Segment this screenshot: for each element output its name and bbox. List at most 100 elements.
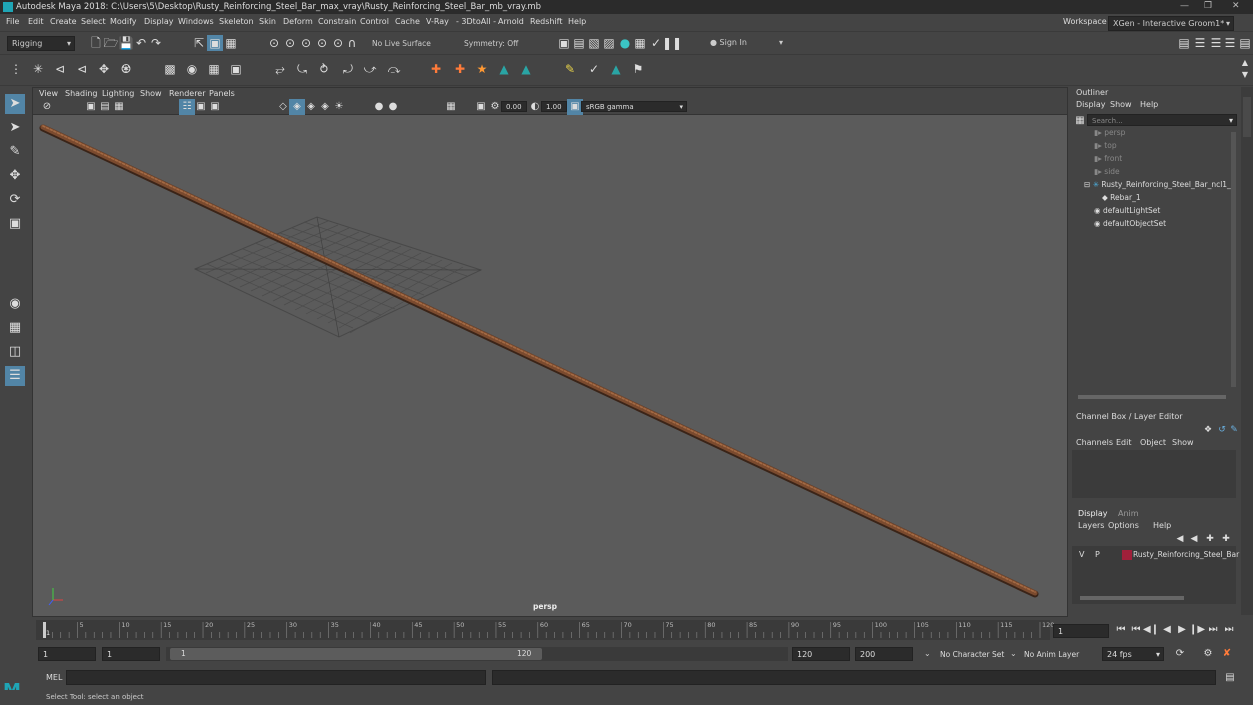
tab-anim[interactable]: Anim <box>1118 509 1139 518</box>
live-surface-field[interactable]: No Live Surface <box>372 39 431 48</box>
range-slider[interactable]: 1 120 <box>166 647 788 661</box>
play-backwards-icon[interactable]: ◀ <box>1159 622 1175 638</box>
move-layer-down-icon[interactable]: ◀ <box>1186 531 1202 547</box>
ambient-occlusion-icon[interactable]: ● <box>385 99 401 115</box>
preferences-icon[interactable]: ✘ <box>1219 646 1235 662</box>
channel-menu-edit[interactable]: Edit <box>1116 438 1132 447</box>
viewport-menu-shading[interactable]: Shading <box>65 89 98 98</box>
viewport-menu-panels[interactable]: Panels <box>209 89 235 98</box>
menu-skin[interactable]: Skin <box>259 17 276 26</box>
fps-dropdown[interactable]: 24 fps ▾ <box>1102 647 1164 661</box>
attribute-editor-icon[interactable]: ☰ <box>1192 35 1208 51</box>
channel-box-edit-icon[interactable]: ✎ <box>1226 422 1242 438</box>
lights-icon[interactable]: ☀ <box>331 99 347 115</box>
rotate-tool-icon[interactable]: ⟳ <box>5 190 25 210</box>
render-settings-icon[interactable]: ▨ <box>601 35 617 51</box>
tab-display[interactable]: Display <box>1078 509 1108 518</box>
joint-tool-icon[interactable]: ✳ <box>30 61 46 77</box>
outliner-menu-display[interactable]: Display <box>1076 100 1106 109</box>
isolate-select-icon[interactable]: ▦ <box>443 99 459 115</box>
layer-name[interactable]: Rusty_Reinforcing_Steel_Bar <box>1133 550 1239 559</box>
menu-3dtoall[interactable]: - 3DtoAll - <box>456 17 496 26</box>
point-constraint-icon[interactable]: ⤿ <box>294 61 310 77</box>
modeling-toolkit-icon[interactable]: ▤ <box>1176 35 1192 51</box>
viewport-menu-view[interactable]: View <box>39 89 58 98</box>
snap-point-icon[interactable]: ⊙ <box>298 35 314 51</box>
menu-display[interactable]: Display <box>144 17 174 26</box>
humanik-icon[interactable]: ★ <box>474 61 490 77</box>
outliner-search-input[interactable]: Search... ▾ <box>1087 114 1237 126</box>
animation-start-field[interactable]: 1 <box>38 647 96 661</box>
menu-windows[interactable]: Windows <box>178 17 214 26</box>
script-editor-icon[interactable]: ▤ <box>1222 670 1238 686</box>
orient-constraint-icon[interactable]: ⥁ <box>316 61 332 77</box>
gamma-field[interactable]: 1.00 <box>541 101 567 112</box>
blend-shape-icon[interactable]: ▲ <box>518 61 534 77</box>
menu-select[interactable]: Select <box>81 17 106 26</box>
paint-select-icon[interactable]: ✎ <box>5 142 25 162</box>
workspace-dropdown[interactable]: XGen - Interactive Groom1* ▾ <box>1108 16 1234 31</box>
new-scene-icon[interactable]: 🗋 <box>88 35 104 51</box>
menu-file[interactable]: File <box>6 17 19 26</box>
menu-constrain[interactable]: Constrain <box>318 17 356 26</box>
scale-tool-icon[interactable]: ▣ <box>5 214 25 234</box>
menu-deform[interactable]: Deform <box>283 17 313 26</box>
step-back-frame-icon[interactable]: ◀❙ <box>1143 622 1159 638</box>
locator-icon[interactable]: ✚ <box>428 61 444 77</box>
move-tool-icon[interactable]: ✥ <box>5 166 25 186</box>
layer-menu-options[interactable]: Options <box>1108 521 1139 530</box>
anim-layer-dropdown[interactable]: ⌄ No Anim Layer <box>1006 647 1094 661</box>
menu-create[interactable]: Create <box>50 17 77 26</box>
quick-rig-icon[interactable]: ▲ <box>496 61 512 77</box>
animation-end-field[interactable]: 200 <box>855 647 913 661</box>
outliner-layout-icon[interactable]: ☰ <box>5 366 25 386</box>
select-hierarchy-icon[interactable]: ⇱ <box>191 35 207 51</box>
rebar-object[interactable] <box>39 124 1039 598</box>
outliner-vertical-scrollbar[interactable] <box>1231 132 1236 387</box>
menu-edit[interactable]: Edit <box>28 17 44 26</box>
hypershade-icon[interactable]: ● <box>617 35 633 51</box>
layer-menu-layers[interactable]: Layers <box>1078 521 1104 530</box>
script-language-label[interactable]: MEL <box>46 673 62 682</box>
layer-row[interactable]: V P Rusty_Reinforcing_Steel_Bar <box>1072 548 1239 562</box>
save-scene-icon[interactable]: 💾 <box>118 35 134 51</box>
lattice-icon[interactable]: ▦ <box>206 61 222 77</box>
symmetry-field[interactable]: Symmetry: Off <box>464 39 518 48</box>
menu-control[interactable]: Control <box>360 17 389 26</box>
channel-menu-channels[interactable]: Channels <box>1076 438 1113 447</box>
mode-dropdown[interactable]: Rigging ▾ <box>7 36 75 51</box>
set-key-icon[interactable]: ⚑ <box>630 61 646 77</box>
color-space-dropdown[interactable]: sRGB gamma ▾ <box>581 101 687 112</box>
locator-alt-icon[interactable]: ✚ <box>452 61 468 77</box>
playback-start-field[interactable]: 1 <box>102 647 160 661</box>
bind-skin-icon[interactable]: ▩ <box>162 61 178 77</box>
play-forwards-icon[interactable]: ▶ <box>1174 622 1190 638</box>
outliner-item-front[interactable]: ▮▸ front <box>1094 154 1122 167</box>
close-button[interactable]: ✕ <box>1232 1 1240 11</box>
snap-grid-icon[interactable]: ⊙ <box>266 35 282 51</box>
outliner-toggle-icon[interactable]: ▤ <box>1237 35 1253 51</box>
insert-joint-icon[interactable]: ✥ <box>96 61 112 77</box>
outliner-menu-help[interactable]: Help <box>1140 100 1158 109</box>
viewport-menu-show[interactable]: Show <box>140 89 162 98</box>
render-icon[interactable]: ▣ <box>556 35 572 51</box>
camera-select-icon[interactable]: ⊘ <box>39 99 55 115</box>
outliner-item-rebar[interactable]: ◆ Rebar_1 <box>1102 193 1141 206</box>
image-plane-icon[interactable]: ▦ <box>111 99 127 115</box>
step-forward-frame-icon[interactable]: ❙▶ <box>1189 622 1205 638</box>
ik-handle-icon[interactable]: ⊲ <box>52 61 68 77</box>
maximize-button[interactable]: ❐ <box>1204 1 1212 11</box>
new-layer-icon[interactable]: ✚ <box>1202 531 1218 547</box>
layer-playback-toggle[interactable]: P <box>1095 550 1100 559</box>
open-scene-icon[interactable]: 🗁 <box>103 35 119 51</box>
resolution-gate-icon[interactable]: ▣ <box>207 99 223 115</box>
step-back-key-icon[interactable]: ⏮ <box>1128 622 1144 638</box>
outliner-horizontal-scrollbar[interactable] <box>1078 395 1226 399</box>
menu-redshift[interactable]: Redshift <box>530 17 562 26</box>
aim-constraint-icon[interactable]: ⤻ <box>362 61 378 77</box>
paint-weights-icon[interactable]: ✎ <box>562 61 578 77</box>
go-to-end-icon[interactable]: ⏭ <box>1221 622 1237 638</box>
outliner-item-default-light-set[interactable]: ◉ defaultLightSet <box>1094 206 1160 219</box>
ipr-render-icon[interactable]: ▧ <box>586 35 602 51</box>
side-tab-label[interactable] <box>1243 97 1251 137</box>
